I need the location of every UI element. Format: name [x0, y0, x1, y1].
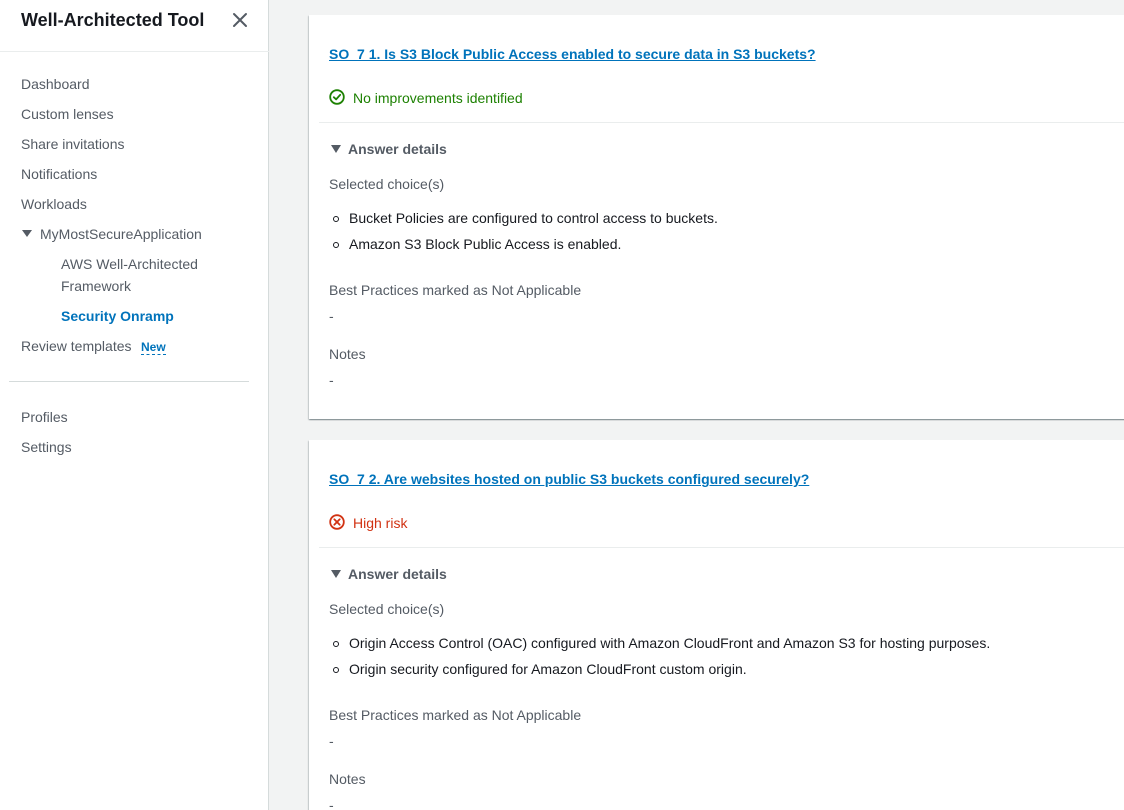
- notes-value: -: [329, 372, 334, 388]
- selected-choices-label: Selected choice(s): [329, 601, 445, 617]
- bullet-icon: [333, 242, 339, 248]
- card-divider: [319, 122, 1124, 123]
- status-negative-icon: [329, 514, 345, 530]
- nav-notifications[interactable]: Notifications: [21, 165, 97, 183]
- nav-profiles[interactable]: Profiles: [21, 408, 68, 426]
- nav-dashboard[interactable]: Dashboard: [21, 75, 90, 93]
- sidebar-title: Well-Architected Tool: [21, 10, 205, 30]
- bullet-icon: [333, 641, 339, 647]
- not-applicable-value: -: [329, 308, 334, 324]
- close-icon[interactable]: [231, 11, 249, 29]
- nav-lens-security-onramp[interactable]: Security Onramp: [61, 307, 174, 325]
- notes-label: Notes: [329, 771, 366, 787]
- nav-custom-lenses[interactable]: Custom lenses: [21, 105, 114, 123]
- question-title-link[interactable]: SO_7 2. Are websites hosted on public S3…: [329, 471, 809, 487]
- main-content: SO_7 1. Is S3 Block Public Access enable…: [270, 0, 1124, 810]
- nav-lens-aws-line1: AWS Well-Architected: [61, 256, 198, 272]
- selected-choices-label: Selected choice(s): [329, 176, 445, 192]
- caret-down-icon: [331, 570, 341, 578]
- not-applicable-value: -: [329, 733, 334, 749]
- choice-text: Bucket Policies are configured to contro…: [349, 210, 718, 226]
- caret-down-icon: [331, 145, 341, 153]
- question-card: SO_7 2. Are websites hosted on public S3…: [309, 440, 1124, 810]
- nav-lens-aws-well-architected[interactable]: AWS Well-Architected Framework: [61, 253, 198, 297]
- not-applicable-label: Best Practices marked as Not Applicable: [329, 707, 582, 723]
- answer-details-label: Answer details: [348, 141, 447, 157]
- new-badge: New: [141, 340, 166, 355]
- notes-label: Notes: [329, 346, 366, 362]
- status-text: No improvements identified: [353, 90, 523, 106]
- card-divider: [319, 547, 1124, 548]
- bullet-icon: [333, 216, 339, 222]
- not-applicable-label: Best Practices marked as Not Applicable: [329, 282, 582, 298]
- choice-text: Origin Access Control (OAC) configured w…: [349, 635, 991, 651]
- notes-value: -: [329, 797, 334, 810]
- nav-review-templates[interactable]: Review templates: [21, 337, 132, 355]
- status-text: High risk: [353, 515, 408, 531]
- choice-text: Origin security configured for Amazon Cl…: [349, 661, 747, 677]
- nav-share-invitations[interactable]: Share invitations: [21, 135, 125, 153]
- choice-text: Amazon S3 Block Public Access is enabled…: [349, 236, 622, 252]
- caret-down-icon[interactable]: [22, 230, 32, 237]
- sidebar-header: Well-Architected Tool: [21, 10, 256, 32]
- answer-details-label: Answer details: [348, 566, 447, 582]
- nav-lens-aws-line2: Framework: [61, 278, 132, 294]
- question-title-link[interactable]: SO_7 1. Is S3 Block Public Access enable…: [329, 46, 816, 62]
- side-navigation: Well-Architected Tool Dashboard Custom l…: [0, 0, 269, 810]
- sidebar-header-divider: [0, 51, 269, 52]
- question-card: SO_7 1. Is S3 Block Public Access enable…: [309, 15, 1124, 419]
- nav-workload-mymostsecureapplication[interactable]: MyMostSecureApplication: [40, 225, 202, 243]
- sidebar-divider: [9, 381, 249, 382]
- nav-workloads[interactable]: Workloads: [21, 195, 87, 213]
- status-positive-icon: [329, 89, 345, 105]
- bullet-icon: [333, 667, 339, 673]
- nav-settings[interactable]: Settings: [21, 438, 72, 456]
